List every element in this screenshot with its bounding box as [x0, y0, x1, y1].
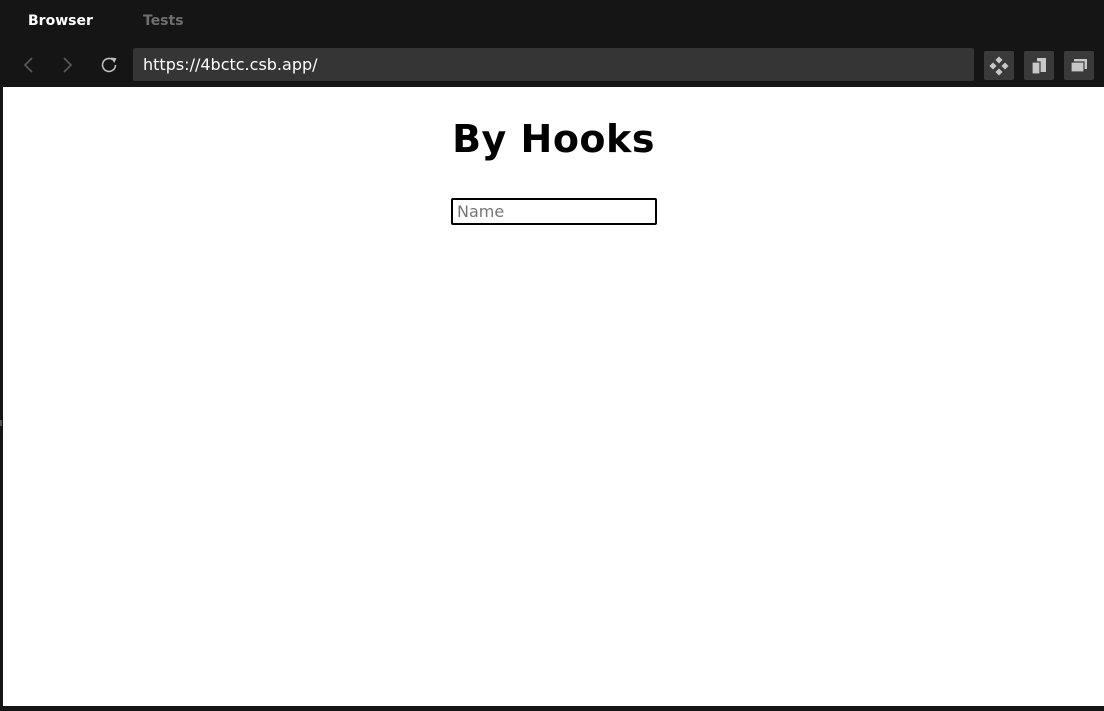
responsive-icon — [1031, 57, 1046, 75]
page-viewport: By Hooks — [3, 87, 1104, 706]
responsive-button[interactable] — [1024, 51, 1054, 80]
resize-handle[interactable] — [0, 420, 2, 426]
url-field[interactable]: https://4bctc.csb.app/ — [133, 48, 974, 81]
forward-button[interactable] — [55, 53, 79, 77]
tab-bar: Browser Tests — [0, 0, 1104, 42]
name-input[interactable] — [451, 198, 657, 225]
new-window-button[interactable] — [1064, 51, 1094, 80]
tab-tests[interactable]: Tests — [143, 0, 184, 42]
back-button[interactable] — [17, 53, 41, 77]
devtools-button[interactable] — [984, 51, 1014, 80]
tab-browser[interactable]: Browser — [28, 0, 93, 42]
devtools-icon — [989, 55, 1009, 76]
chevron-left-icon — [23, 57, 33, 73]
address-toolbar: https://4bctc.csb.app/ — [0, 42, 1104, 87]
chevron-right-icon — [63, 57, 73, 73]
page-title: By Hooks — [452, 117, 655, 161]
browser-panel: Browser Tests https://4bctc.csb.app/ By … — [0, 0, 1104, 711]
reload-button[interactable] — [97, 53, 121, 77]
new-window-icon — [1070, 58, 1087, 73]
reload-icon — [101, 57, 117, 73]
